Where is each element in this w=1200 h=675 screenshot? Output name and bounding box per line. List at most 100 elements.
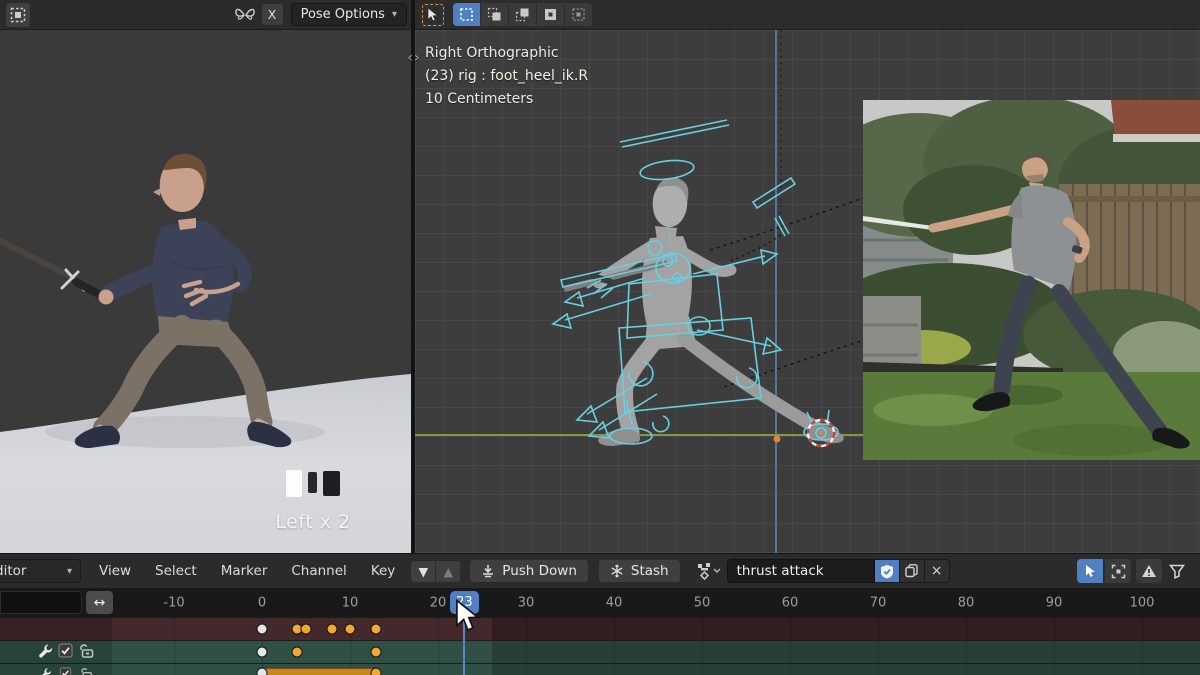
- modifier-wrench-icon: [38, 667, 53, 675]
- grid-line: [438, 664, 439, 675]
- action-name-field[interactable]: thrust attack: [727, 559, 875, 583]
- select-mode-invert[interactable]: [537, 3, 564, 26]
- expand-horizontal-icon[interactable]: ↔: [86, 591, 113, 614]
- ruler-tick: 80: [958, 595, 975, 610]
- menu-marker[interactable]: Marker: [209, 554, 280, 588]
- grid-line: [966, 641, 967, 663]
- move-down-button[interactable]: ▼: [411, 561, 435, 582]
- chevron-down-icon: ▾: [392, 9, 397, 20]
- mouse-buttons-indicator: [248, 470, 378, 500]
- keyframe-selected[interactable]: [371, 624, 382, 635]
- unlink-action-button[interactable]: ×: [925, 559, 950, 583]
- grid-line: [790, 618, 791, 640]
- fake-user-toggle[interactable]: [875, 559, 900, 583]
- unlock-icon[interactable]: [78, 667, 95, 675]
- ruler-tick: 10: [342, 595, 359, 610]
- grid-line: [614, 618, 615, 640]
- show-errors-toggle[interactable]: [1136, 559, 1162, 583]
- select-mode-intersect[interactable]: [565, 3, 592, 26]
- keyframe-selected[interactable]: [371, 647, 382, 658]
- menu-channel[interactable]: Channel: [279, 554, 358, 588]
- action-datablock-icon[interactable]: [695, 562, 721, 580]
- grid-line: [878, 641, 879, 663]
- ruler-tick: 20: [430, 595, 447, 610]
- snowflake-icon: [610, 564, 624, 578]
- grid-line: [702, 664, 703, 675]
- checkbox-checked-icon[interactable]: [58, 643, 73, 658]
- summary-channel-row[interactable]: [0, 617, 1200, 640]
- only-selected-toggle[interactable]: [1077, 559, 1103, 583]
- grid-line: [790, 664, 791, 675]
- duplicate-icon: [905, 564, 918, 578]
- ruler-tick: 50: [694, 595, 711, 610]
- screencast-keys-overlay: Left x 2: [248, 470, 378, 533]
- grid-line: [1054, 641, 1055, 663]
- ruler-tick: 70: [870, 595, 887, 610]
- screencast-label: Left x 2: [248, 511, 378, 533]
- grid-line: [174, 618, 175, 640]
- fcurve-channel-row[interactable]: [0, 663, 1200, 675]
- dope-sheet-rows: [0, 617, 1200, 675]
- stash-button[interactable]: Stash: [598, 559, 681, 583]
- timeline-ruler[interactable]: -100102030405060708090100: [0, 588, 1200, 617]
- mirror-x-toggle[interactable]: X: [262, 4, 283, 25]
- menu-select[interactable]: Select: [143, 554, 209, 588]
- grid-line: [526, 618, 527, 640]
- grid-line: [1142, 618, 1143, 640]
- keyframe-selected[interactable]: [292, 647, 303, 658]
- channel-search-box[interactable]: [0, 591, 82, 614]
- grid-line: [614, 664, 615, 675]
- checkbox-checked-icon[interactable]: [58, 667, 73, 675]
- area-collapse-arrows-icon[interactable]: ‹›: [401, 48, 427, 68]
- keyframe[interactable]: [257, 624, 268, 635]
- editor-type-dropdown[interactable]: ditor ▾: [0, 559, 81, 583]
- grid-line: [702, 641, 703, 663]
- keyframe-selected[interactable]: [301, 624, 312, 635]
- keyframe[interactable]: [257, 647, 268, 658]
- fcurve-channel-row[interactable]: [0, 640, 1200, 663]
- ruler-tick: 60: [782, 595, 799, 610]
- grid-line: [526, 664, 527, 675]
- reference-video-image: [863, 100, 1200, 460]
- dope-sheet-header: ditor ▾ ViewSelectMarkerChannelKey ▼ ▲ P…: [0, 553, 1200, 588]
- modifier-wrench-icon: [38, 643, 53, 658]
- grid-line: [1054, 664, 1055, 675]
- keyframe[interactable]: [257, 668, 268, 675]
- filter-button[interactable]: [1164, 559, 1190, 583]
- menu-view[interactable]: View: [87, 554, 143, 588]
- grid-line: [526, 641, 527, 663]
- grid-line: [878, 664, 879, 675]
- left-mouse-button-icon: [286, 470, 302, 497]
- show-hidden-toggle[interactable]: [1105, 559, 1131, 583]
- pose-options-dropdown[interactable]: Pose Options ▾: [291, 3, 407, 26]
- grid-line: [1054, 618, 1055, 640]
- push-down-button[interactable]: Push Down: [469, 559, 589, 583]
- unlock-icon[interactable]: [78, 643, 95, 658]
- ruler-tick: 30: [518, 595, 535, 610]
- chevron-down-icon: ▾: [67, 566, 72, 577]
- grid-line: [702, 618, 703, 640]
- held-keyframe-bar[interactable]: [262, 668, 376, 675]
- tweak-tool-button[interactable]: [421, 3, 445, 27]
- active-tool-icon-button[interactable]: [6, 3, 30, 27]
- grid-line: [878, 618, 879, 640]
- keyframe-selected[interactable]: [371, 668, 382, 675]
- warning-triangle-icon: [1141, 564, 1157, 578]
- ruler-tick: 90: [1046, 595, 1063, 610]
- right-mouse-button-icon: [323, 471, 340, 496]
- grid-line: [438, 618, 439, 640]
- grid-line: [966, 664, 967, 675]
- select-mode-set[interactable]: [453, 3, 480, 26]
- new-action-copy-button[interactable]: [900, 559, 925, 583]
- select-mode-extend[interactable]: [481, 3, 508, 26]
- filter-funnel-icon: [1169, 564, 1185, 579]
- frame-corners-icon: [1111, 564, 1126, 579]
- keyframe-selected[interactable]: [345, 624, 356, 635]
- keyframe-selected[interactable]: [327, 624, 338, 635]
- move-up-button[interactable]: ▲: [436, 561, 460, 582]
- ruler-tick: 0: [258, 595, 266, 610]
- ruler-tick: 100: [1130, 595, 1155, 610]
- menu-key[interactable]: Key: [359, 554, 407, 588]
- select-mode-subtract[interactable]: [509, 3, 536, 26]
- left-3d-viewport[interactable]: Left x 2: [0, 30, 411, 553]
